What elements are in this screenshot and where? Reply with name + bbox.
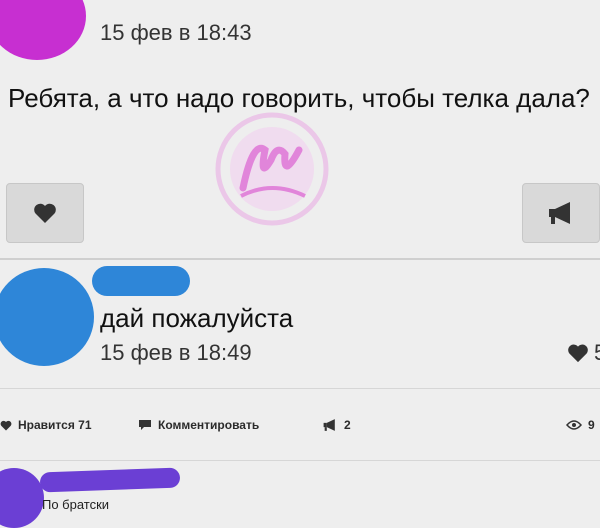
eye-icon [566, 420, 582, 430]
repost-count: 2 [344, 418, 351, 432]
megaphone-icon [549, 202, 570, 224]
divider [0, 258, 600, 260]
comment-timestamp[interactable]: 15 фев в 18:49 [100, 340, 252, 366]
bottom-comment-author-name[interactable] [39, 467, 181, 493]
comment-text: дай пожалуйста [100, 303, 294, 333]
megaphone-icon [323, 419, 335, 431]
heart-icon [568, 344, 588, 363]
comment-like-button[interactable]: 5 [566, 340, 600, 366]
comment-icon [139, 420, 151, 430]
views-counter: 9 [566, 418, 595, 432]
views-count: 9 [588, 418, 595, 432]
post-action-bar: Нравится 71 Комментировать 2 9 [0, 418, 600, 438]
comment-action[interactable]: Комментировать [138, 418, 259, 432]
post-timestamp[interactable]: 15 фев в 18:43 [100, 20, 252, 46]
divider [0, 460, 600, 461]
repost-action[interactable]: 2 [322, 418, 351, 432]
heart-icon [0, 420, 12, 430]
like-label: Нравится 71 [18, 418, 92, 432]
repost-button[interactable] [522, 183, 600, 243]
bottom-comment-text: По братски [42, 497, 110, 512]
like-action[interactable]: Нравится 71 [0, 418, 92, 432]
comment-author-name[interactable] [92, 266, 190, 296]
comment-avatar[interactable] [0, 268, 94, 366]
divider [0, 388, 600, 389]
comment-like-count: 5 [594, 340, 600, 366]
watermark-logo [215, 112, 329, 226]
comment-label: Комментировать [158, 418, 260, 432]
like-button[interactable] [6, 183, 84, 243]
avatar[interactable] [0, 0, 86, 60]
bottom-comment-avatar[interactable] [0, 468, 44, 528]
heart-icon [34, 203, 56, 223]
